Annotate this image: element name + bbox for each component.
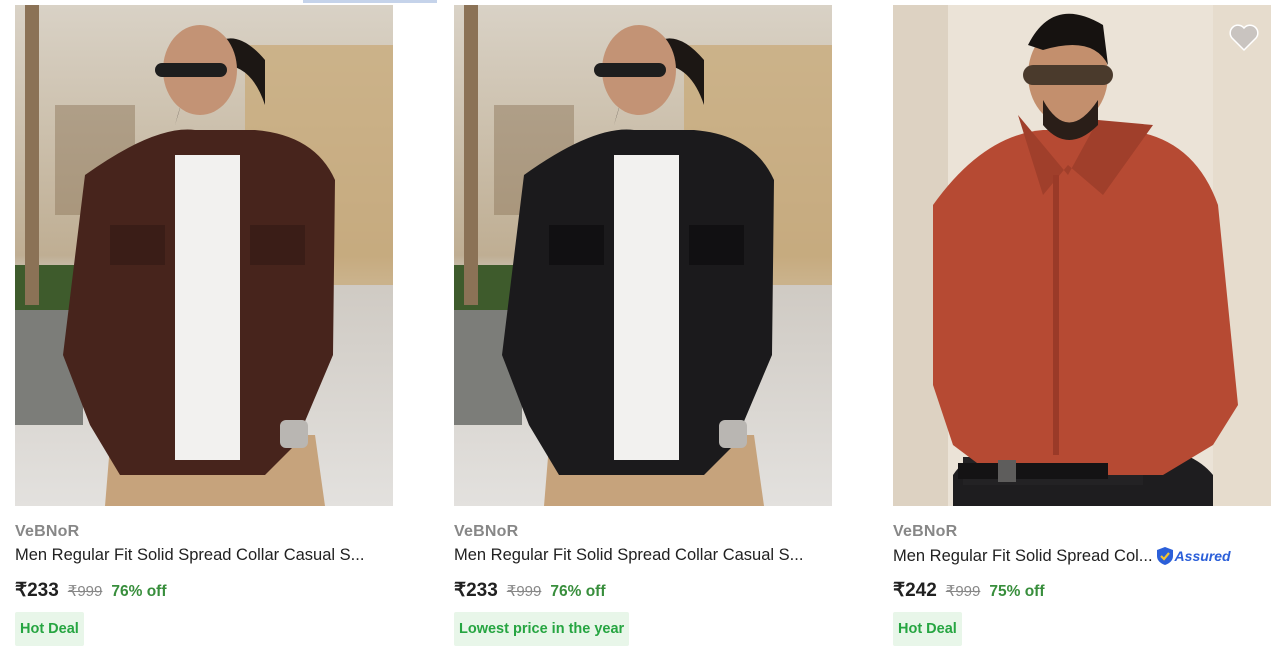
product-mrp: ₹999 bbox=[67, 583, 103, 600]
product-mrp: ₹999 bbox=[945, 583, 981, 600]
product-brand: VeBNoR bbox=[893, 523, 958, 540]
product-card[interactable]: VeBNoR Men Regular Fit Solid Spread Coll… bbox=[454, 5, 832, 648]
product-title-row: Men Regular Fit Solid Spread Collar Casu… bbox=[15, 546, 393, 565]
product-title-row: Men Regular Fit Solid Spread Collar Casu… bbox=[454, 546, 832, 565]
heart-icon bbox=[1229, 24, 1259, 52]
product-mrp: ₹999 bbox=[506, 583, 542, 600]
assured-badge: Assured bbox=[1156, 546, 1231, 566]
product-title[interactable]: Men Regular Fit Solid Spread Collar Casu… bbox=[454, 546, 803, 565]
product-brand: VeBNoR bbox=[454, 523, 519, 540]
product-price: ₹242 bbox=[893, 580, 937, 601]
product-discount: 75% off bbox=[989, 583, 1045, 600]
price-row: ₹233 ₹999 76% off bbox=[454, 579, 606, 602]
price-row: ₹233 ₹999 76% off bbox=[15, 579, 167, 602]
product-price: ₹233 bbox=[454, 580, 498, 601]
product-discount: 76% off bbox=[111, 583, 167, 600]
product-card[interactable]: VeBNoR Men Regular Fit Solid Spread Col.… bbox=[893, 5, 1271, 648]
product-image[interactable] bbox=[454, 5, 832, 506]
product-grid: VeBNoR Men Regular Fit Solid Spread Coll… bbox=[0, 0, 1280, 648]
shield-check-icon bbox=[1156, 547, 1173, 565]
product-image[interactable] bbox=[15, 5, 393, 506]
wishlist-button[interactable] bbox=[1227, 21, 1261, 55]
product-brand: VeBNoR bbox=[15, 523, 80, 540]
deal-badge: Hot Deal bbox=[893, 612, 962, 646]
deal-badge: Hot Deal bbox=[15, 612, 84, 646]
product-image[interactable] bbox=[893, 5, 1271, 506]
product-title-row: Men Regular Fit Solid Spread Col... Assu… bbox=[893, 546, 1271, 566]
product-card[interactable]: VeBNoR Men Regular Fit Solid Spread Coll… bbox=[15, 5, 393, 648]
assured-label: Assured bbox=[1174, 548, 1231, 564]
product-discount: 76% off bbox=[550, 583, 606, 600]
product-title[interactable]: Men Regular Fit Solid Spread Collar Casu… bbox=[15, 546, 364, 565]
price-row: ₹242 ₹999 75% off bbox=[893, 579, 1045, 602]
product-title[interactable]: Men Regular Fit Solid Spread Col... bbox=[893, 547, 1153, 566]
deal-badge: Lowest price in the year bbox=[454, 612, 630, 646]
product-price: ₹233 bbox=[15, 580, 59, 601]
scroll-indicator bbox=[303, 0, 437, 3]
